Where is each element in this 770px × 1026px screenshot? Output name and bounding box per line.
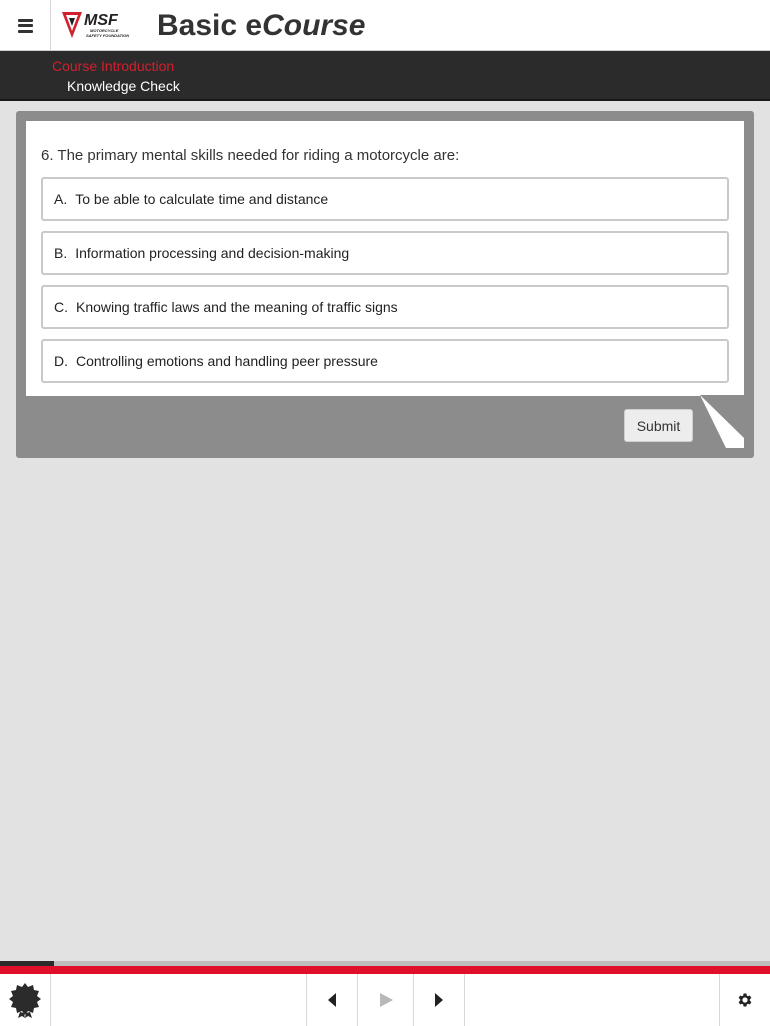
previous-button[interactable] [307, 974, 357, 1026]
quiz-card: 6. The primary mental skills needed for … [16, 111, 754, 458]
question-text: 6. The primary mental skills needed for … [41, 147, 460, 164]
menu-button[interactable] [0, 0, 51, 51]
breadcrumb: Course Introduction Knowledge Check [0, 51, 770, 101]
next-arrow-icon [435, 993, 443, 1007]
previous-arrow-icon [328, 993, 336, 1007]
hamburger-menu-icon [17, 18, 33, 33]
next-button[interactable] [414, 974, 464, 1026]
answer-option-label: Knowing traffic laws and the meaning of … [76, 299, 398, 315]
answer-option-label: Information processing and decision-maki… [75, 245, 350, 261]
app-title: Basic eCourse [157, 9, 366, 42]
answer-option-c[interactable]: C. Knowing traffic laws and the meaning … [41, 285, 729, 329]
accent-strip [0, 966, 770, 974]
page-fold-decoration [700, 395, 745, 448]
breadcrumb-course-link[interactable]: Course Introduction [52, 58, 174, 74]
answer-option-d[interactable]: D. Controlling emotions and handling pee… [41, 339, 729, 383]
play-icon [379, 993, 393, 1007]
settings-button[interactable] [720, 974, 770, 1026]
submit-button[interactable]: Submit [624, 409, 693, 442]
answer-option-b[interactable]: B. Information processing and decision-m… [41, 231, 729, 275]
top-bar: MSF MOTORCYCLE SAFETY FOUNDATION Basic e… [0, 0, 770, 51]
breadcrumb-current-page: Knowledge Check [67, 78, 180, 94]
msf-logo: MSF MOTORCYCLE SAFETY FOUNDATION [62, 12, 129, 38]
gear-icon [738, 993, 752, 1007]
answer-option-a[interactable]: A. To be able to calculate time and dist… [41, 177, 729, 221]
svg-text:SAFETY FOUNDATION: SAFETY FOUNDATION [86, 33, 129, 38]
footer-toolbar [0, 974, 770, 1026]
logo-text: MSF [84, 12, 119, 29]
play-button[interactable] [358, 974, 413, 1026]
quiz-card-body: 6. The primary mental skills needed for … [26, 121, 744, 396]
answer-option-label: To be able to calculate time and distanc… [75, 191, 329, 207]
achievements-button[interactable] [0, 974, 50, 1026]
answer-option-label: Controlling emotions and handling peer p… [76, 353, 378, 369]
award-badge-icon [9, 983, 41, 1018]
